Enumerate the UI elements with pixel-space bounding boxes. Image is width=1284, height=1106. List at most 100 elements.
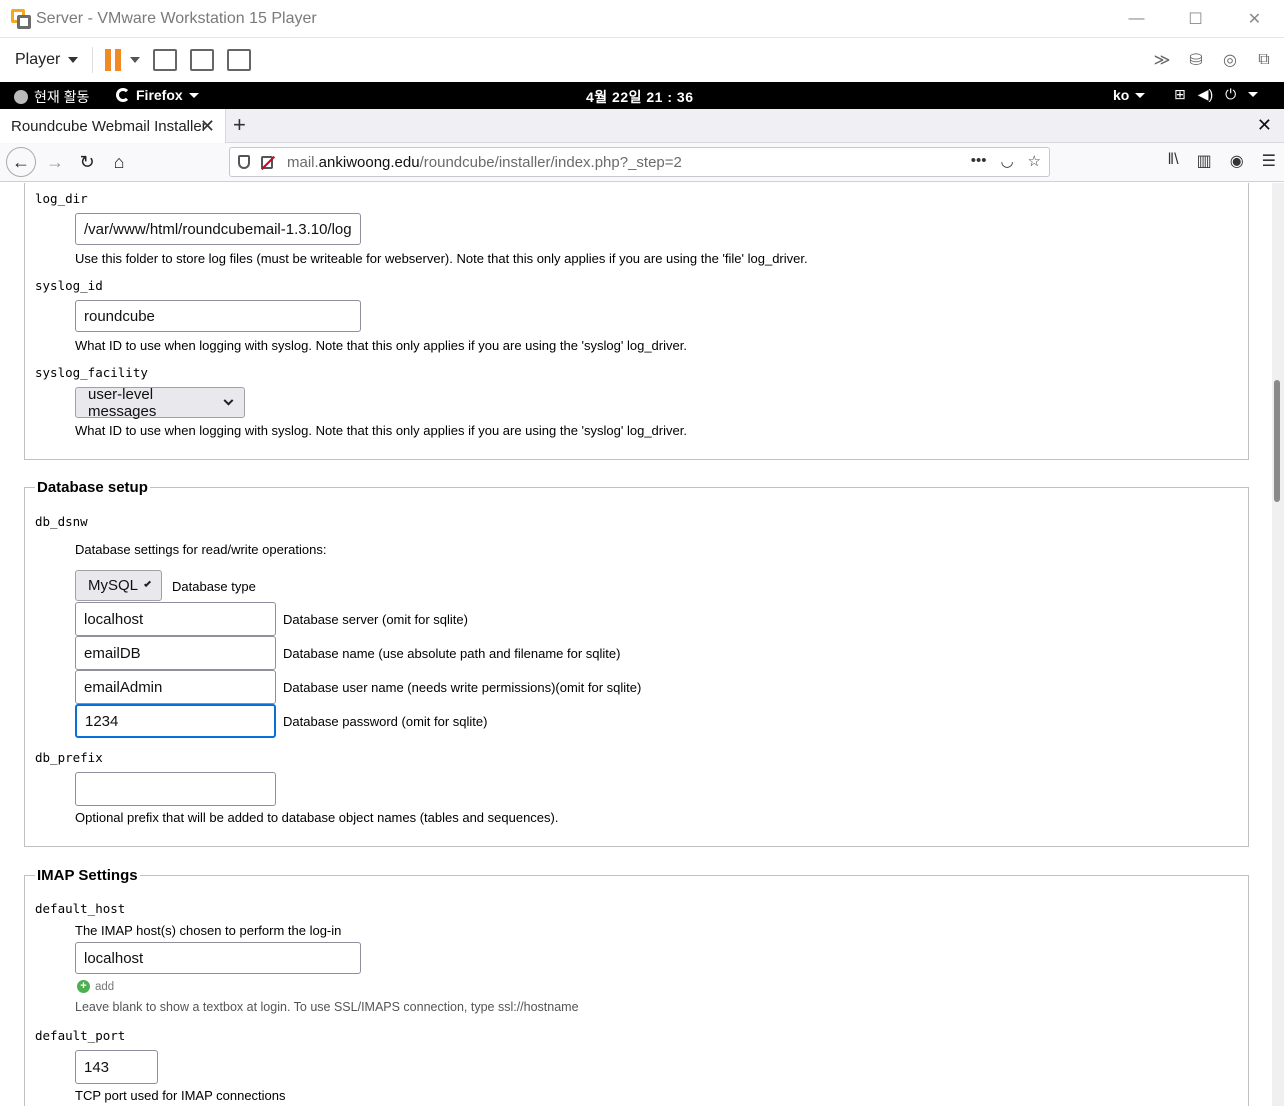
- window-title: Server - VMware Workstation 15 Player: [36, 9, 317, 27]
- chevron-down-icon: [1135, 92, 1146, 98]
- gnome-top-bar: 현재 활동 Firefox 4월 22일 21 : 36 ko ⊞ ◀) ⏻: [0, 82, 1284, 109]
- default-host-hint: The IMAP host(s) chosen to perform the l…: [75, 923, 342, 938]
- volume-icon: ◀): [1197, 86, 1214, 102]
- chevron-down-icon: [223, 395, 234, 406]
- db-name-input[interactable]: emailDB: [75, 636, 276, 670]
- app-menu-button[interactable]: Firefox: [116, 87, 199, 103]
- db-prefix-input[interactable]: [75, 772, 276, 806]
- db-name-label: Database name (use absolute path and fil…: [283, 646, 621, 661]
- log-dir-hint: Use this folder to store log files (must…: [75, 251, 808, 266]
- chevron-down-icon: [143, 579, 152, 588]
- add-icon: +: [77, 980, 90, 993]
- db-dsnw-label: db_dsnw: [35, 514, 88, 529]
- db-prefix-label: db_prefix: [35, 750, 103, 765]
- chevron-down-icon: [1248, 92, 1259, 97]
- app-menu-label: Firefox: [136, 87, 183, 103]
- library-icon[interactable]: ‖\: [1168, 151, 1179, 171]
- close-window-icon[interactable]: ✕: [1257, 115, 1272, 136]
- tracking-protection-icon[interactable]: [238, 155, 250, 169]
- input-language-label: ko: [1113, 87, 1130, 103]
- db-dsnw-hint: Database settings for read/write operati…: [75, 542, 327, 557]
- close-button[interactable]: ✕: [1225, 0, 1284, 38]
- page-actions-icon[interactable]: •••: [971, 152, 987, 170]
- player-menu-button[interactable]: Player: [15, 51, 79, 69]
- cd-drive-icon[interactable]: ◎: [1220, 51, 1240, 69]
- syslog-id-input[interactable]: roundcube: [75, 300, 361, 332]
- scrollbar-thumb[interactable]: [1274, 380, 1280, 502]
- navigation-bar: ← → ↻ ⌂ mail.ankiwoong.edu/roundcube/ins…: [0, 143, 1284, 182]
- power-icon: ⏻: [1225, 86, 1237, 102]
- input-language-button[interactable]: ko: [1113, 87, 1146, 103]
- syslog-facility-label: syslog_facility: [35, 365, 148, 380]
- url-text[interactable]: mail.ankiwoong.edu/roundcube/installer/i…: [287, 154, 682, 171]
- chevron-down-icon: [68, 57, 79, 63]
- network-adapter-icon[interactable]: ⧉: [1254, 51, 1274, 69]
- db-type-label: Database type: [172, 579, 256, 594]
- default-port-hint: TCP port used for IMAP connections: [75, 1088, 286, 1103]
- pocket-icon[interactable]: ◡: [1000, 152, 1013, 170]
- db-password-input[interactable]: 1234: [75, 704, 276, 738]
- log-dir-input[interactable]: /var/www/html/roundcubemail-1.3.10/log: [75, 213, 361, 245]
- db-server-label: Database server (omit for sqlite): [283, 612, 468, 627]
- home-button[interactable]: ⌂: [104, 147, 134, 177]
- system-menu[interactable]: ⊞ ◀) ⏻: [1174, 86, 1259, 103]
- tab-roundcube[interactable]: Roundcube Webmail Installer ✕: [0, 109, 226, 143]
- db-server-input[interactable]: localhost: [75, 602, 276, 636]
- database-legend: Database setup: [35, 479, 150, 496]
- pause-dropdown-icon[interactable]: [130, 57, 141, 63]
- imap-legend: IMAP Settings: [35, 867, 140, 884]
- toolbar-divider: [92, 47, 94, 73]
- url-bar[interactable]: mail.ankiwoong.edu/roundcube/installer/i…: [229, 147, 1050, 177]
- activities-label: 현재 활동: [34, 89, 90, 105]
- send-ctrl-alt-del-icon[interactable]: [153, 49, 178, 71]
- more-devices-icon[interactable]: ≫: [1152, 51, 1172, 69]
- firefox-icon: [116, 88, 130, 102]
- sidebar-icon[interactable]: ▥: [1197, 151, 1212, 171]
- default-host-input[interactable]: localhost: [75, 942, 361, 974]
- syslog-id-label: syslog_id: [35, 278, 103, 293]
- default-port-input[interactable]: 143: [75, 1050, 158, 1084]
- fullscreen-icon[interactable]: [190, 49, 215, 71]
- db-prefix-hint: Optional prefix that will be added to da…: [75, 810, 559, 825]
- page-content: log_dir /var/www/html/roundcubemail-1.3.…: [0, 183, 1272, 1106]
- vmware-logo-icon: [11, 8, 31, 29]
- reload-button[interactable]: ↻: [72, 147, 102, 177]
- bookmark-star-icon[interactable]: ☆: [1028, 152, 1041, 170]
- page-scrollbar[interactable]: [1272, 183, 1284, 1106]
- syslog-facility-hint: What ID to use when logging with syslog.…: [75, 423, 687, 438]
- hard-disk-icon[interactable]: ⛁: [1186, 51, 1206, 69]
- imap-fieldset: IMAP Settings: [24, 867, 1249, 1106]
- maximize-button[interactable]: ☐: [1166, 0, 1225, 38]
- default-host-note: Leave blank to show a textbox at login. …: [75, 1000, 579, 1014]
- pause-icon[interactable]: [105, 49, 122, 71]
- network-icon: ⊞: [1174, 86, 1186, 102]
- new-tab-button[interactable]: +: [233, 112, 246, 138]
- syslog-facility-value: user-level messages: [88, 385, 157, 420]
- syslog-facility-select[interactable]: user-level messages: [75, 385, 245, 420]
- default-host-label: default_host: [35, 901, 126, 916]
- menu-icon[interactable]: ☰: [1262, 151, 1276, 171]
- activities-icon: [14, 90, 28, 104]
- default-port-label: default_port: [35, 1028, 126, 1043]
- add-host-link[interactable]: + add: [77, 980, 114, 993]
- unity-icon[interactable]: [227, 49, 252, 71]
- forward-button[interactable]: →: [40, 147, 70, 177]
- db-type-select[interactable]: MySQL: [75, 570, 162, 601]
- account-icon[interactable]: ◉: [1230, 151, 1244, 171]
- tab-title: Roundcube Webmail Installer: [11, 117, 207, 135]
- tab-strip: Roundcube Webmail Installer ✕ + ✕: [0, 109, 1284, 143]
- activities-button[interactable]: 현재 활동: [14, 87, 89, 107]
- clock[interactable]: 4월 22일 21 : 36: [586, 87, 693, 107]
- back-button[interactable]: ←: [6, 147, 36, 177]
- player-menu-label: Player: [15, 51, 61, 68]
- log-dir-label: log_dir: [35, 191, 88, 206]
- add-label: add: [95, 980, 115, 993]
- db-type-value: MySQL: [88, 577, 139, 594]
- close-tab-icon[interactable]: ✕: [200, 116, 215, 137]
- minimize-button[interactable]: —: [1107, 0, 1166, 38]
- db-user-input[interactable]: emailAdmin: [75, 670, 276, 704]
- syslog-id-hint: What ID to use when logging with syslog.…: [75, 338, 687, 353]
- chevron-down-icon: [188, 92, 199, 98]
- insecure-lock-icon[interactable]: [261, 155, 273, 169]
- vmware-toolbar: Player ≫ ⛁ ◎ ⧉: [0, 38, 1284, 82]
